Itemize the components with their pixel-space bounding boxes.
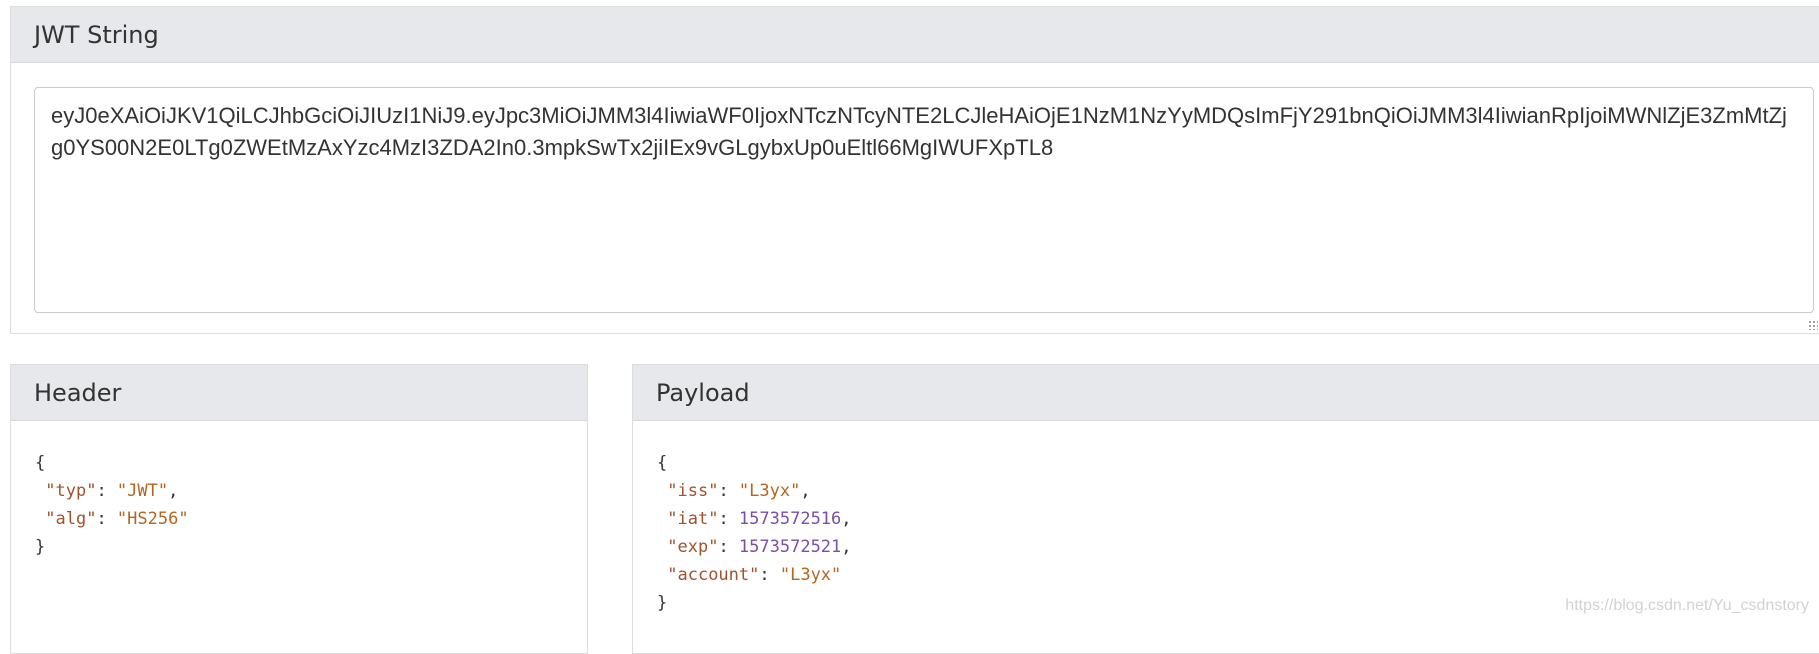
json-value: 1573572516 xyxy=(739,509,841,529)
header-heading: Header xyxy=(11,365,587,421)
jwt-string-panel: JWT String eyJ0eXAiOiJKV1QiLCJhbGciOiJIU… xyxy=(10,6,1819,334)
json-separator: , xyxy=(800,481,810,501)
jwt-string-textarea[interactable]: eyJ0eXAiOiJKV1QiLCJhbGciOiJIUzI1NiJ9.eyJ… xyxy=(34,87,1814,313)
json-key: "alg" xyxy=(45,509,96,529)
brace-open: { xyxy=(35,453,45,473)
brace-open: { xyxy=(657,453,667,473)
resize-grip-icon[interactable] xyxy=(1808,320,1818,330)
json-key: "iat" xyxy=(667,509,718,529)
json-separator: , xyxy=(841,509,851,529)
json-key: "typ" xyxy=(45,481,96,501)
header-panel: Header { "typ": "JWT", "alg": "HS256" } xyxy=(10,364,588,654)
json-key: "iss" xyxy=(667,481,718,501)
json-separator: , xyxy=(168,481,178,501)
header-json: { "typ": "JWT", "alg": "HS256" } xyxy=(11,421,587,589)
json-separator: , xyxy=(841,537,851,557)
json-value: "L3yx" xyxy=(780,565,841,585)
json-value: "L3yx" xyxy=(739,481,800,501)
payload-heading: Payload xyxy=(633,365,1819,421)
brace-close: } xyxy=(35,537,45,557)
json-key: "exp" xyxy=(667,537,718,557)
json-key: "account" xyxy=(667,565,759,585)
json-value: "HS256" xyxy=(117,509,189,529)
watermark: https://blog.csdn.net/Yu_csdnstory xyxy=(1565,597,1809,615)
jwt-string-heading: JWT String xyxy=(11,7,1819,63)
brace-close: } xyxy=(657,593,667,613)
json-value: "JWT" xyxy=(117,481,168,501)
json-value: 1573572521 xyxy=(739,537,841,557)
